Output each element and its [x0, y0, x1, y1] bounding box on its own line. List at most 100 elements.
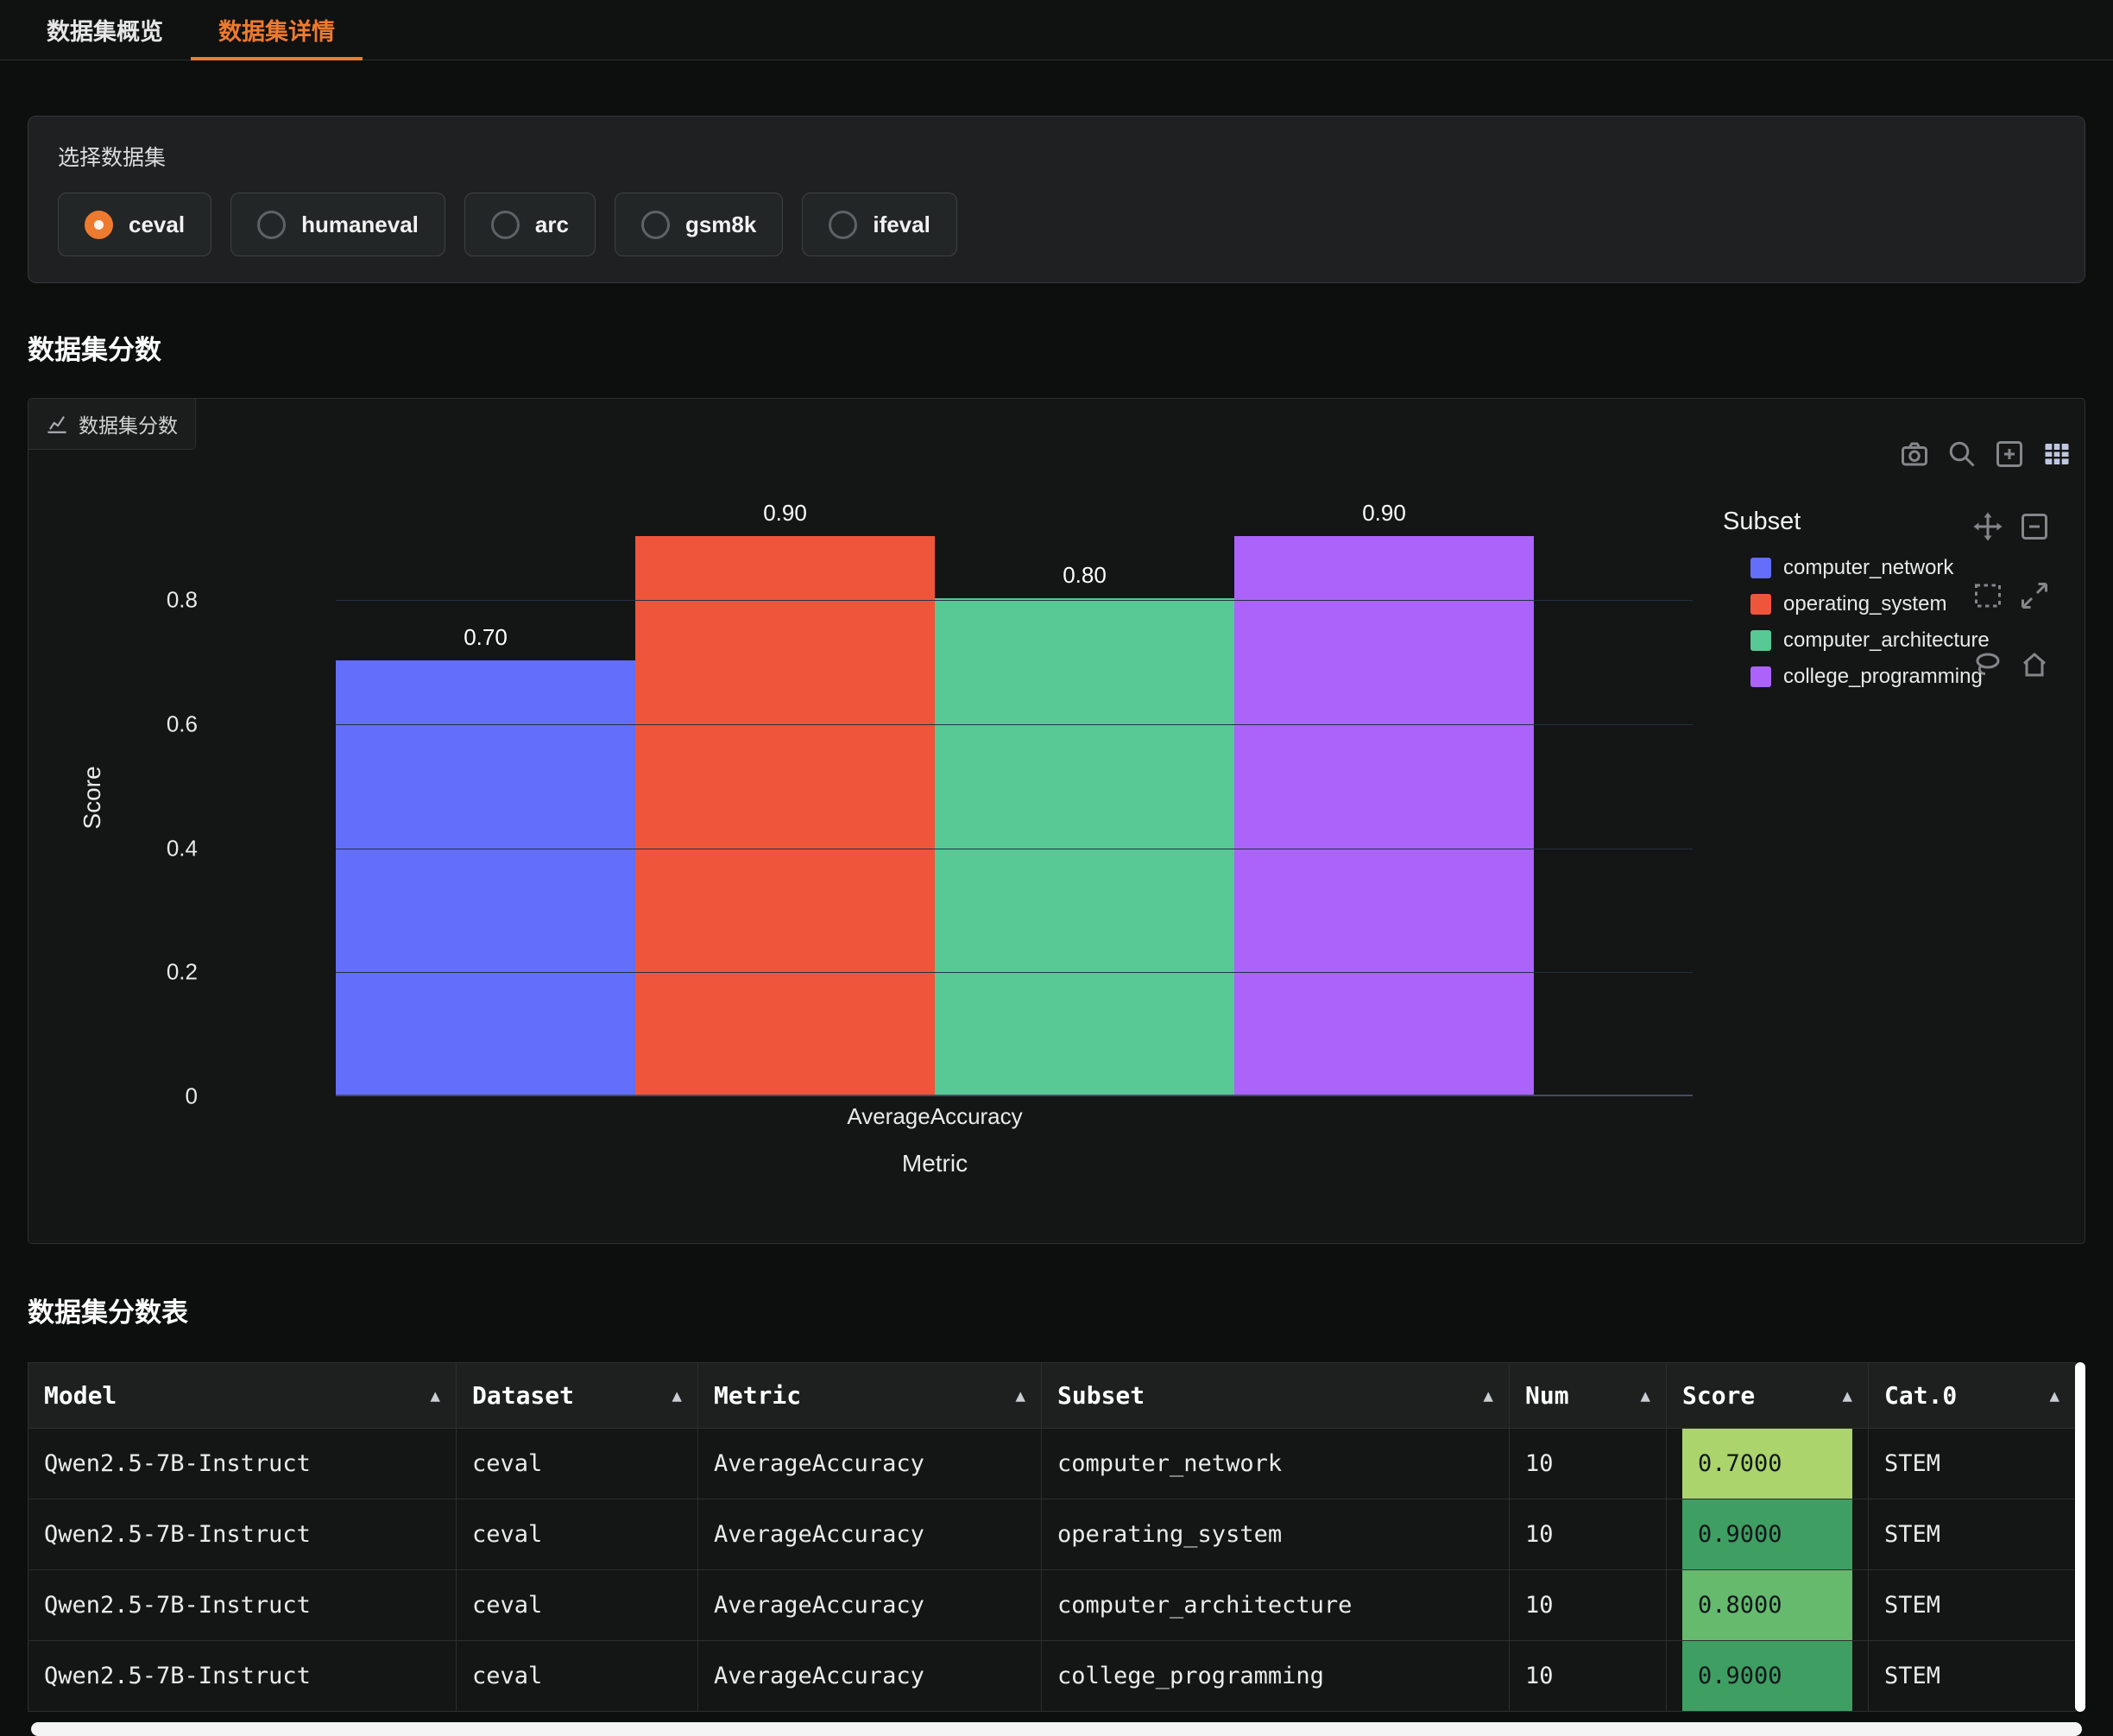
bar-value-label: 0.70: [464, 624, 508, 651]
chart-legend: Subset computer_networkoperating_systemc…: [1723, 508, 1990, 695]
column-header-inner: Num ▲: [1525, 1381, 1650, 1410]
home-icon[interactable]: [2019, 649, 2050, 680]
column-header-inner: Model ▲: [44, 1381, 440, 1410]
sort-ascending-icon[interactable]: ▲: [672, 1386, 682, 1405]
zoom-icon[interactable]: [1946, 439, 1977, 470]
score-value-badge: 0.9000: [1682, 1641, 1852, 1711]
legend-swatch: [1750, 666, 1771, 687]
radio-option-arc[interactable]: arc: [464, 193, 596, 256]
pan-icon[interactable]: [1972, 511, 2003, 542]
metric-cell: AverageAccuracy: [698, 1570, 1042, 1641]
gridline: [336, 972, 1693, 973]
tabbar: 数据集概览数据集详情: [0, 0, 2113, 60]
legend-swatch: [1750, 558, 1771, 578]
metric-cell: AverageAccuracy: [698, 1499, 1042, 1570]
legend-item-label: computer_network: [1783, 556, 1953, 580]
sort-ascending-icon[interactable]: ▲: [1843, 1386, 1852, 1405]
radio-circle-icon: [85, 211, 113, 239]
score-cell: 0.9000: [1667, 1499, 1869, 1570]
bar-value-label: 0.90: [763, 500, 807, 527]
x-tick-label: AverageAccuracy: [847, 1103, 1022, 1130]
dataset-cell: ceval: [457, 1499, 698, 1570]
autoscale-icon[interactable]: [2019, 580, 2050, 611]
camera-icon[interactable]: [1899, 439, 1930, 470]
column-header-label: Num: [1525, 1381, 1569, 1410]
column-header-subset[interactable]: Subset▲: [1042, 1363, 1510, 1429]
table-vertical-scrollbar[interactable]: [2075, 1362, 2085, 1712]
scores-section-title: 数据集分数: [28, 328, 2113, 367]
bar-operating_system[interactable]: 0.90: [635, 536, 935, 1095]
bar-computer_architecture[interactable]: 0.80: [935, 598, 1234, 1095]
column-header-label: Model: [44, 1381, 117, 1410]
score-value-badge: 0.7000: [1682, 1429, 1852, 1499]
model-cell: Qwen2.5-7B-Instruct: [28, 1499, 457, 1570]
radio-option-gsm8k[interactable]: gsm8k: [615, 193, 783, 256]
gridline: [336, 724, 1693, 725]
subset-cell: computer_network: [1042, 1429, 1510, 1499]
bar-group: 0.700.900.800.90: [336, 501, 1534, 1095]
column-header-label: Cat.0: [1884, 1381, 1957, 1410]
sort-ascending-icon[interactable]: ▲: [2050, 1386, 2059, 1405]
tab-overview[interactable]: 数据集概览: [19, 0, 191, 60]
radio-circle-icon: [257, 211, 286, 239]
subset-cell: operating_system: [1042, 1499, 1510, 1570]
sort-ascending-icon[interactable]: ▲: [1484, 1386, 1493, 1405]
num-cell: 10: [1510, 1499, 1667, 1570]
column-header-cat[interactable]: Cat.0 ▲: [1869, 1363, 2076, 1429]
sort-ascending-icon[interactable]: ▲: [1016, 1386, 1025, 1405]
radio-option-ceval[interactable]: ceval: [58, 193, 211, 256]
column-header-score[interactable]: Score▲: [1667, 1363, 1869, 1429]
dataset-cell: ceval: [457, 1570, 698, 1641]
column-header-label: Dataset: [472, 1381, 574, 1410]
column-header-dataset[interactable]: Dataset ▲: [457, 1363, 698, 1429]
legend-item-college_programming[interactable]: college_programming: [1723, 659, 1990, 695]
legend-item-computer_architecture[interactable]: computer_architecture: [1723, 622, 1990, 659]
table-horizontal-scrollbar[interactable]: [31, 1722, 2082, 1736]
radio-option-label: arc: [535, 211, 569, 238]
y-tick-label: 0.4: [167, 835, 198, 862]
plot-modebar-extra: [1972, 511, 2050, 680]
column-header-num[interactable]: Num ▲: [1510, 1363, 1667, 1429]
column-header-metric[interactable]: Metric ▲: [698, 1363, 1042, 1429]
subset-cell: college_programming: [1042, 1641, 1510, 1712]
legend-item-label: college_programming: [1783, 665, 1983, 689]
scores-chart-panel: 数据集分数 Score 0.700.900.800.90 AverageAccu…: [28, 398, 2085, 1244]
y-tick-label: 0.8: [167, 587, 198, 614]
model-cell: Qwen2.5-7B-Instruct: [28, 1641, 457, 1712]
legend-swatch: [1750, 630, 1771, 651]
zoom-out-icon[interactable]: [2019, 511, 2050, 542]
radio-option-label: ifeval: [873, 211, 930, 238]
radio-option-ifeval[interactable]: ifeval: [802, 193, 957, 256]
dataset-radio-group: ceval humaneval arc gsm8k ifeval: [58, 193, 2055, 256]
tab-details[interactable]: 数据集详情: [191, 0, 363, 60]
radio-circle-icon: [641, 211, 670, 239]
y-tick-label: 0.2: [167, 959, 198, 986]
zoom-in-icon[interactable]: [1994, 439, 2025, 470]
scores-table-wrap: Model▲Dataset▲Metric▲Subset▲Num▲Score▲Ca…: [28, 1362, 2085, 1712]
num-cell: 10: [1510, 1570, 1667, 1641]
bar-computer_network[interactable]: 0.70: [336, 660, 635, 1095]
dataset-selector-label: 选择数据集: [58, 141, 2055, 172]
legend-item-computer_network[interactable]: computer_network: [1723, 550, 1990, 586]
legend-item-operating_system[interactable]: operating_system: [1723, 586, 1990, 622]
radio-option-humaneval[interactable]: humaneval: [230, 193, 445, 256]
bar-college_programming[interactable]: 0.90: [1234, 536, 1534, 1095]
dataset-selector-panel: 选择数据集 ceval humaneval arc gsm8k ifeval: [28, 116, 2085, 283]
sort-ascending-icon[interactable]: ▲: [431, 1386, 440, 1405]
legend-items: computer_network operating_systemcomputer…: [1723, 550, 1990, 695]
table-row: Qwen2.5-7B-InstructcevalAverageAccuracyc…: [28, 1570, 2076, 1641]
lasso-icon[interactable]: [1972, 649, 2003, 680]
model-cell: Qwen2.5-7B-Instruct: [28, 1570, 457, 1641]
box-select-icon[interactable]: [1972, 580, 2003, 611]
table-view-icon[interactable]: [2041, 439, 2072, 470]
column-header-label: Metric: [714, 1381, 801, 1410]
table-section-title: 数据集分数表: [28, 1291, 2113, 1329]
num-cell: 10: [1510, 1641, 1667, 1712]
column-header-model[interactable]: Model ▲: [28, 1363, 457, 1429]
chart-label-text: 数据集分数: [79, 409, 178, 439]
line-chart-icon: [46, 413, 68, 435]
score-value-badge: 0.8000: [1682, 1570, 1852, 1640]
dataset-cell: ceval: [457, 1641, 698, 1712]
radio-option-label: gsm8k: [685, 211, 756, 238]
sort-ascending-icon[interactable]: ▲: [1641, 1386, 1650, 1405]
